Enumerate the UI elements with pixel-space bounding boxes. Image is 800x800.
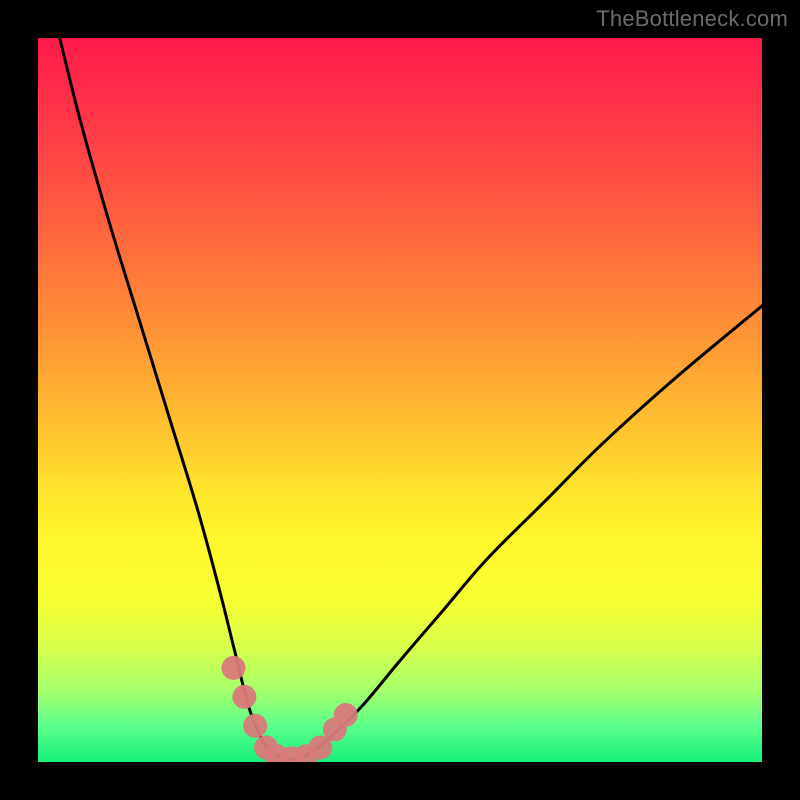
marker-left-cluster-2 xyxy=(232,685,256,709)
chart-frame: TheBottleneck.com xyxy=(0,0,800,800)
plot-area xyxy=(38,38,762,762)
marker-left-cluster-3 xyxy=(243,714,267,738)
marker-left-cluster-1 xyxy=(221,656,245,680)
bottleneck-curve xyxy=(60,38,762,759)
marker-right-cluster-2 xyxy=(334,703,358,727)
watermark-text: TheBottleneck.com xyxy=(596,6,788,32)
data-markers xyxy=(221,656,357,762)
curve-svg xyxy=(38,38,762,762)
